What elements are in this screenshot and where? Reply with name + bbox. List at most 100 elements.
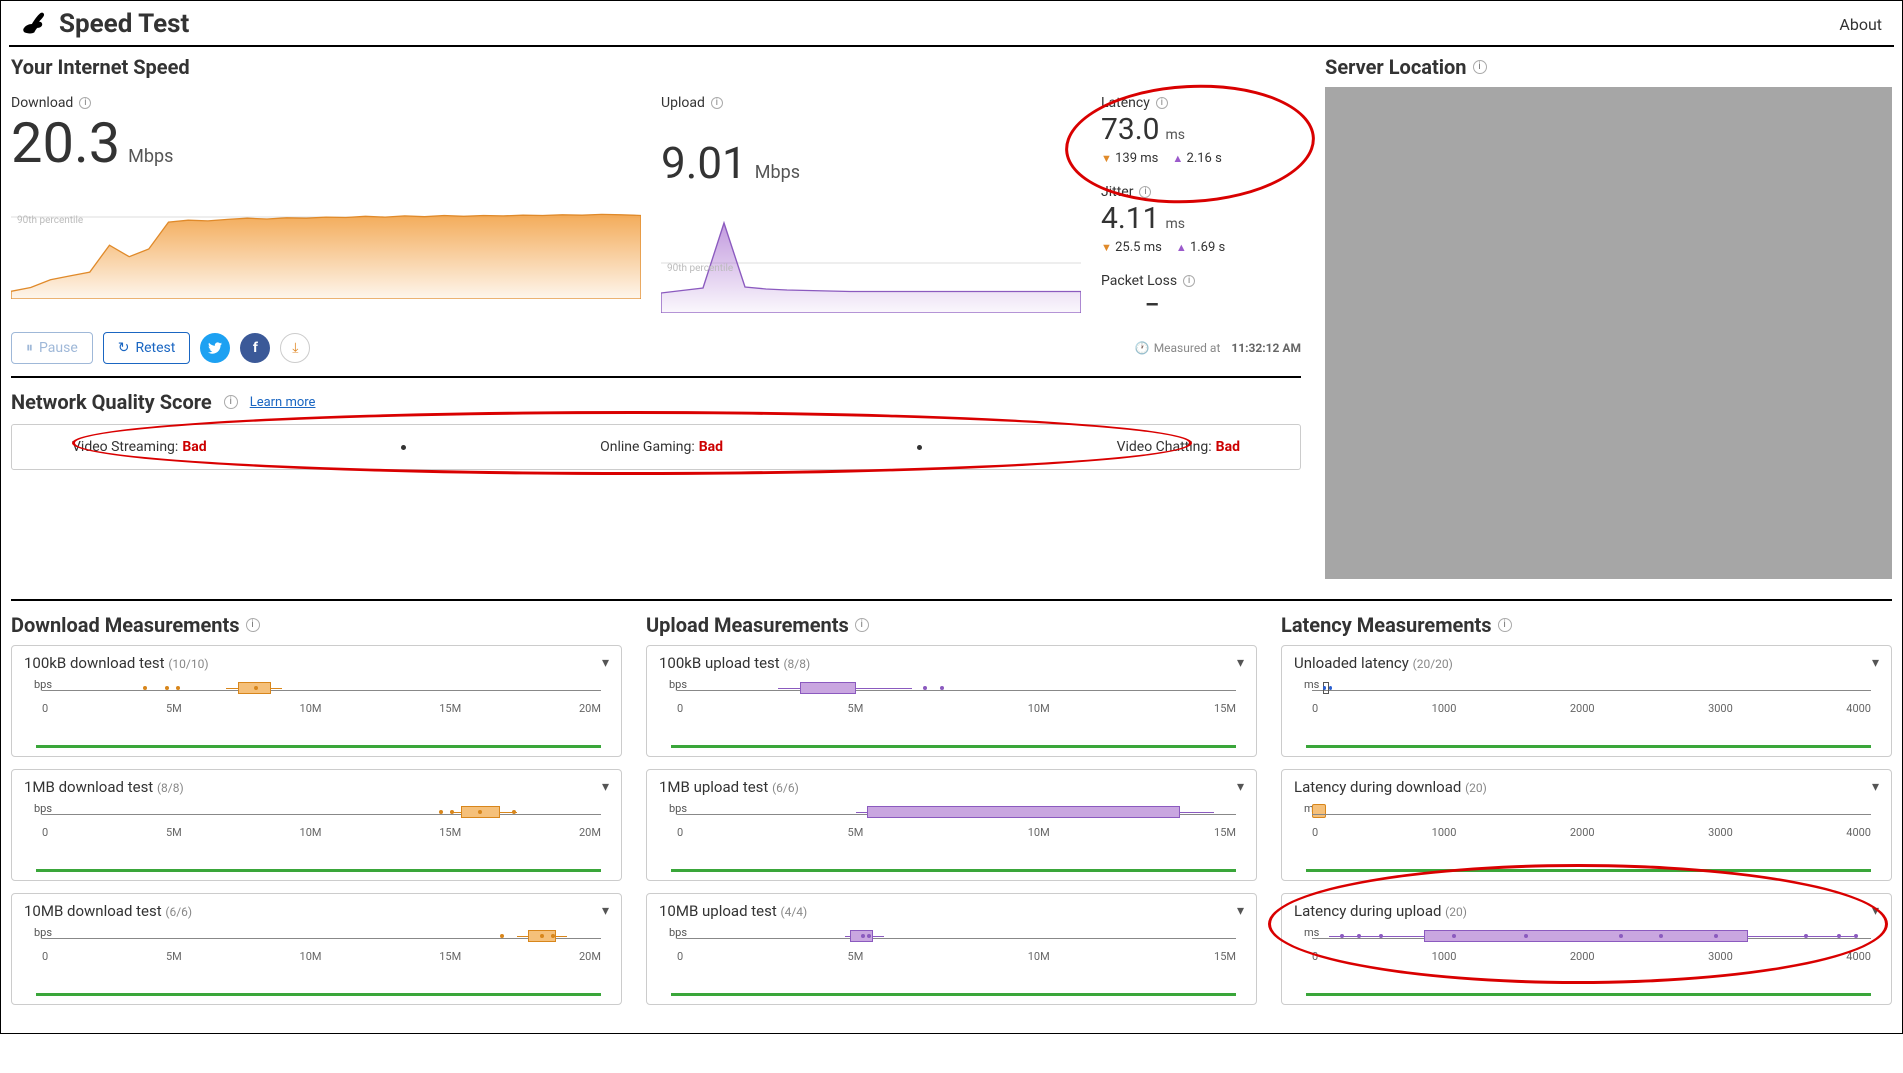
measurements-grid: Download Measurements i 100kB download te… [11, 613, 1892, 1017]
upload-arrow-icon: ▲ [1176, 241, 1187, 254]
card-header[interactable]: 10MB download test (6/6) ▾ [24, 902, 609, 920]
card-header[interactable]: Latency during download (20) ▾ [1294, 778, 1879, 796]
axis-tick: 3000 [1708, 826, 1733, 839]
download-results-button[interactable]: ⤓ [280, 333, 310, 363]
card-header[interactable]: 100kB upload test (8/8) ▾ [659, 654, 1244, 672]
axis-tick: 2000 [1570, 702, 1595, 715]
measurement-card: 10MB upload test (4/4) ▾ bps 05M10M15M [646, 893, 1257, 1005]
about-link[interactable]: About [1839, 15, 1882, 34]
jitter-unit: ms [1165, 216, 1185, 232]
axis-tick: 10M [1028, 826, 1050, 839]
card-header[interactable]: 1MB download test (8/8) ▾ [24, 778, 609, 796]
jitter-dl: ▼ 25.5 ms [1101, 240, 1162, 255]
axis-tick: 0 [42, 826, 48, 839]
axis-tick: 1000 [1432, 826, 1457, 839]
chevron-down-icon: ▾ [602, 903, 609, 919]
share-twitter-button[interactable] [200, 333, 230, 363]
info-icon[interactable]: i [1473, 60, 1487, 74]
card-title: Latency during upload (20) [1294, 902, 1467, 920]
latency-ul: ▲ 2.16 s [1172, 151, 1221, 166]
download-label: Download [11, 95, 73, 111]
app-title: Speed Test [59, 9, 189, 39]
latency-unit: ms [1165, 127, 1185, 143]
measurement-card: 10MB download test (6/6) ▾ bps 05M10M15M… [11, 893, 622, 1005]
info-icon[interactable]: i [711, 97, 723, 109]
axis-tick: 15M [1214, 702, 1236, 715]
latency-label: Latency [1101, 95, 1150, 111]
download-measurements-col: Download Measurements i 100kB download te… [11, 613, 622, 1017]
card-axis: bps 05M10M15M20M [24, 678, 609, 748]
download-icon: ⤓ [292, 340, 298, 356]
upload-arrow-icon: ▲ [1172, 152, 1183, 165]
score-item: Video Streaming:Bad [72, 439, 207, 455]
download-meas-title: Download Measurements [11, 613, 240, 637]
card-title: 1MB upload test (6/6) [659, 778, 799, 796]
twitter-icon [208, 341, 222, 355]
download-arrow-icon: ▼ [1101, 152, 1112, 165]
info-icon[interactable]: i [224, 395, 238, 409]
info-icon[interactable]: i [246, 618, 260, 632]
axis-tick: 15M [439, 950, 461, 963]
axis-tick: 10M [1028, 950, 1050, 963]
progress-bar [1306, 993, 1871, 996]
axis-tick: 2000 [1570, 950, 1595, 963]
measurement-card: Latency during download (20) ▾ ms 010002… [1281, 769, 1892, 881]
side-metrics: Latency i 73.0 ms ▼ 139 ms ▲ 2.16 s Jitt… [1101, 95, 1301, 318]
download-arrow-icon: ▼ [1101, 241, 1112, 254]
info-icon[interactable]: i [1183, 275, 1195, 287]
card-header[interactable]: Latency during upload (20) ▾ [1294, 902, 1879, 920]
logo-rabbit-icon [21, 12, 49, 36]
header: Speed Test About [9, 1, 1894, 47]
download-unit: Mbps [128, 146, 173, 167]
pause-button[interactable]: ⏸Pause [11, 332, 93, 364]
axis-tick: 15M [439, 702, 461, 715]
info-icon[interactable]: i [1139, 186, 1151, 198]
info-icon[interactable]: i [79, 97, 91, 109]
card-axis: bps 05M10M15M20M [24, 926, 609, 996]
axis-tick: 4000 [1846, 702, 1871, 715]
score-item: Video Chatting:Bad [1117, 439, 1240, 455]
chevron-down-icon: ▾ [1872, 655, 1879, 671]
progress-bar [36, 745, 601, 748]
info-icon[interactable]: i [855, 618, 869, 632]
axis-tick: 5M [848, 950, 864, 963]
axis-tick: 3000 [1708, 702, 1733, 715]
axis-tick: 5M [848, 702, 864, 715]
card-axis: ms 01000200030004000 [1294, 926, 1879, 996]
card-header[interactable]: 1MB upload test (6/6) ▾ [659, 778, 1244, 796]
axis-tick: 10M [1028, 702, 1050, 715]
card-title: 10MB upload test (4/4) [659, 902, 807, 920]
measurement-card: 100kB upload test (8/8) ▾ bps 05M10M15M [646, 645, 1257, 757]
percentile-label: 90th percentile [17, 215, 83, 226]
axis-tick: 0 [1312, 702, 1318, 715]
card-axis: bps 05M10M15M [659, 678, 1244, 748]
axis-tick: 15M [1214, 950, 1236, 963]
score-separator [917, 445, 922, 450]
upload-value: 9.01 [661, 137, 747, 189]
axis-tick: 10M [300, 950, 322, 963]
measurement-card: 1MB upload test (6/6) ▾ bps 05M10M15M [646, 769, 1257, 881]
share-facebook-button[interactable]: f [240, 333, 270, 363]
score-bar: Video Streaming:BadOnline Gaming:BadVide… [11, 424, 1301, 470]
upload-measurements-col: Upload Measurementsi 100kB upload test (… [646, 613, 1257, 1017]
server-map[interactable] [1325, 87, 1892, 579]
card-header[interactable]: Unloaded latency (20/20) ▾ [1294, 654, 1879, 672]
latency-value: 73.0 [1101, 112, 1160, 147]
latency-measurements-col: Latency Measurementsi Unloaded latency (… [1281, 613, 1892, 1017]
card-header[interactable]: 100kB download test (10/10) ▾ [24, 654, 609, 672]
measurement-card: Latency during upload (20) ▾ ms 01000200… [1281, 893, 1892, 1005]
learn-more-link[interactable]: Learn more [250, 395, 316, 410]
chevron-down-icon: ▾ [1237, 903, 1244, 919]
header-left: Speed Test [21, 9, 189, 39]
card-header[interactable]: 10MB upload test (4/4) ▾ [659, 902, 1244, 920]
info-icon[interactable]: i [1498, 618, 1512, 632]
chevron-down-icon: ▾ [1237, 655, 1244, 671]
info-icon[interactable]: i [1156, 97, 1168, 109]
card-axis: ms 01000200030004000 [1294, 678, 1879, 748]
upload-unit: Mbps [755, 162, 800, 183]
retest-button[interactable]: ↻Retest [103, 332, 191, 364]
axis-tick: 20M [579, 702, 601, 715]
axis-tick: 5M [166, 826, 182, 839]
card-title: Unloaded latency (20/20) [1294, 654, 1453, 672]
packet-loss-label: Packet Loss [1101, 273, 1177, 289]
